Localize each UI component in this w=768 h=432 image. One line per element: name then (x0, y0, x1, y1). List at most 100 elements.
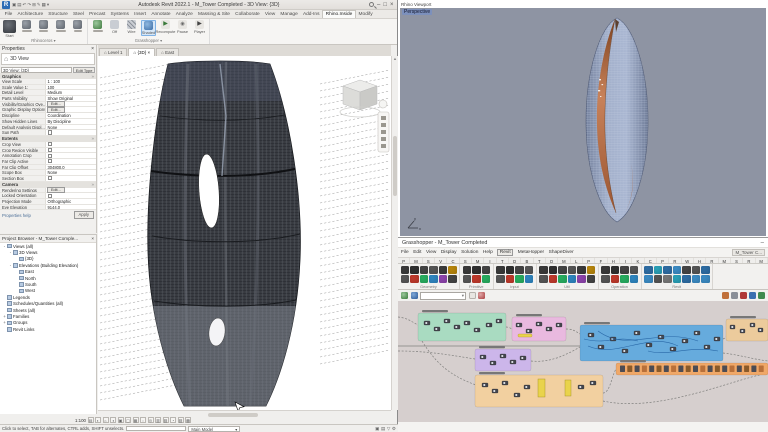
property-value[interactable]: By Discipline (45, 118, 96, 124)
grasshopper-canvas[interactable] (398, 301, 768, 422)
gh-node[interactable] (678, 365, 684, 373)
rhino-viewport[interactable]: Perspective x y (400, 8, 766, 236)
category-tab-29[interactable]: M (756, 258, 768, 264)
gh-node[interactable] (751, 365, 757, 373)
component-icon[interactable] (653, 265, 662, 274)
visual-style-icon[interactable]: ◐ (95, 417, 101, 423)
ribbon-tab-structure[interactable]: Structure (46, 11, 71, 18)
category-tab-24[interactable]: H (694, 258, 707, 264)
view-scale[interactable]: 1:100 (75, 418, 86, 423)
component-icon[interactable] (429, 275, 438, 283)
category-tab-17[interactable]: H (608, 258, 620, 264)
start-button[interactable]: Start (2, 20, 17, 38)
worksharing-icon[interactable]: ▥ (155, 417, 161, 423)
component-icon[interactable] (610, 265, 619, 274)
measure-icon[interactable]: ✎ (37, 1, 41, 9)
component-icon[interactable] (539, 265, 548, 274)
analysis-icon[interactable]: ◔ (170, 417, 176, 423)
component-icon[interactable] (567, 265, 576, 274)
main-model-select[interactable]: Main Model ▾ (188, 425, 241, 432)
gh-node[interactable] (634, 365, 640, 373)
component-icon[interactable] (515, 275, 524, 283)
component-icon[interactable] (620, 265, 629, 274)
checkbox[interactable] (48, 130, 53, 135)
component-icon[interactable] (601, 275, 610, 283)
minimize-icon[interactable]: – (761, 240, 764, 246)
vertical-scrollbar[interactable]: ▲ (391, 56, 398, 410)
component-icon[interactable] (567, 275, 576, 283)
shadows-icon[interactable]: ◑ (110, 417, 116, 423)
category-tab-18[interactable]: I (620, 258, 633, 264)
view-tab[interactable]: ⌂ {3D} × (128, 48, 156, 56)
zoom-icon[interactable] (468, 292, 476, 299)
category-tab-27[interactable]: S (731, 258, 744, 264)
category-tab-8[interactable]: T (497, 258, 509, 264)
component-icon[interactable] (539, 275, 548, 283)
category-tab-20[interactable]: C (645, 258, 657, 264)
gh-panel[interactable] (564, 379, 572, 397)
gh-node[interactable] (693, 365, 698, 373)
category-tab-21[interactable]: P (657, 258, 670, 264)
checkbox[interactable] (48, 193, 53, 198)
gh-node[interactable] (641, 365, 647, 373)
menu-display[interactable]: Display (441, 250, 457, 255)
gh-node[interactable] (722, 365, 728, 373)
sun-path-icon[interactable]: ☼ (102, 417, 109, 423)
component-icon[interactable] (586, 265, 595, 274)
component-icon[interactable] (548, 275, 557, 283)
component-icon[interactable] (429, 265, 438, 274)
checkbox[interactable] (48, 159, 53, 164)
crop-region-icon[interactable]: ▦ (132, 417, 139, 423)
group-mint[interactable] (417, 312, 507, 342)
minimize-icon[interactable]: – (376, 2, 382, 8)
group-pink[interactable] (511, 316, 567, 342)
component-icon[interactable] (629, 265, 638, 274)
component-icon[interactable] (438, 265, 447, 274)
save-icon[interactable]: ▤ (17, 1, 21, 9)
named-view-select[interactable]: ▾ (420, 291, 466, 300)
gh-node[interactable] (685, 365, 691, 373)
disable-solver-icon[interactable] (740, 292, 747, 299)
package-button[interactable] (70, 20, 85, 32)
ribbon-tab-architecture[interactable]: Architecture (15, 11, 46, 18)
component-icon[interactable] (524, 265, 533, 274)
new-document-icon[interactable] (401, 292, 408, 299)
category-tab-1[interactable]: M (410, 258, 423, 264)
menu-help[interactable]: Help (483, 250, 493, 255)
category-tab-13[interactable]: M (558, 258, 571, 264)
component-icon[interactable] (601, 265, 610, 274)
import-button[interactable] (36, 20, 51, 32)
menu-revit[interactable]: Revit (497, 249, 514, 256)
properties-close-icon[interactable]: × (91, 46, 94, 52)
category-tab-15[interactable]: P (583, 258, 596, 264)
ribbon-tab-add-ins[interactable]: Add-Ins (300, 11, 322, 18)
edit-type-button[interactable]: Edit Type (73, 66, 95, 73)
component-icon[interactable] (505, 275, 514, 283)
category-tab-10[interactable]: B (521, 258, 534, 264)
component-icon[interactable] (577, 265, 586, 274)
crop-view-icon[interactable]: ▢ (125, 417, 131, 423)
component-icon[interactable] (701, 265, 710, 274)
category-tab-0[interactable]: P (398, 258, 411, 264)
category-tab-14[interactable]: L (571, 258, 583, 264)
component-icon[interactable] (472, 265, 481, 274)
apply-button[interactable]: Apply (73, 211, 94, 219)
edit-button[interactable]: Edit... (47, 186, 65, 194)
preview-shaded-button[interactable]: Shaded (141, 20, 156, 36)
bake-icon[interactable] (722, 292, 729, 299)
gh-node[interactable] (663, 365, 669, 373)
component-icon[interactable] (472, 275, 481, 283)
property-value[interactable]: 1 : 100 (45, 79, 96, 84)
menu-solution[interactable]: Solution (461, 250, 478, 255)
menu-view[interactable]: View (426, 250, 436, 255)
category-tab-7[interactable]: I (484, 258, 497, 264)
revit-logo-icon[interactable]: R (2, 0, 10, 9)
component-icon[interactable] (629, 275, 638, 283)
property-value[interactable]: Medium (45, 90, 96, 96)
view-tab[interactable]: ⌂ East (156, 48, 180, 56)
ribbon-tab-steel[interactable]: Steel (70, 11, 86, 18)
gh-node[interactable] (649, 365, 655, 373)
component-icon[interactable] (644, 275, 653, 283)
component-icon[interactable] (558, 275, 567, 283)
gh-node[interactable] (758, 365, 764, 373)
